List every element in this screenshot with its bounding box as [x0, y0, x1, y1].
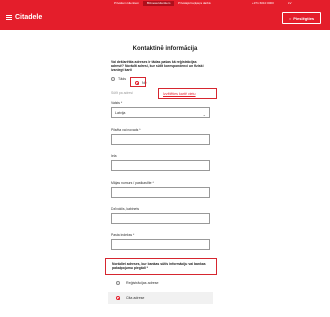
no-option-highlight [130, 77, 146, 87]
option-registration-radio[interactable] [116, 281, 120, 285]
radio-circle[interactable] [111, 77, 115, 81]
option-other-label: Cita adrese [126, 296, 145, 300]
page-title: Kontaktinē informācija [132, 46, 198, 52]
nav-private-clients[interactable]: Privātiem klientiem [114, 1, 139, 6]
phone-number[interactable]: +371 6010 0000 [252, 1, 274, 6]
radio-circle[interactable] [116, 281, 120, 285]
radio-yes[interactable]: Tāds [111, 77, 126, 81]
house-input[interactable] [111, 187, 210, 198]
postal-label: Pasta indekss * [111, 233, 135, 237]
option-registration-label: Reģistrācijas adrese [126, 281, 159, 285]
radio-yes-label: Tāds [118, 77, 126, 81]
chevron-down-icon: ⌄ [202, 112, 206, 117]
address-question: Vai deklarētās adreses ir tādas pašas kā… [111, 60, 204, 73]
nav-private-banking[interactable]: Privātajā baņķieŗa darbā [178, 1, 211, 6]
login-button-label: Pieslēgties [293, 15, 315, 21]
apartment-label: Dzīvoklis, kabinets [111, 207, 140, 211]
street-input[interactable] [111, 160, 210, 171]
option-registration-address[interactable]: Reģistrācijas adrese [108, 277, 213, 289]
brand-name: Citadele [15, 14, 43, 21]
country-value: Latvija [115, 111, 126, 115]
apartment-input[interactable] [111, 213, 210, 224]
site-logo[interactable]: Citadele [6, 13, 42, 22]
map-link-highlight [158, 88, 217, 99]
language-selector[interactable]: LV [288, 1, 291, 6]
option-other-radio[interactable] [116, 296, 120, 300]
radio-circle-selected[interactable] [116, 296, 120, 300]
nav-business-clients[interactable]: Biznesa klientiem [143, 1, 175, 6]
login-button[interactable]: ○ Pieslēgties [282, 12, 321, 24]
house-label: Mājas numurs / pastkastīte * [111, 181, 154, 185]
option-other-address[interactable]: Cita adrese [108, 292, 213, 304]
mailing-label: Sūtīt pa adresi [111, 91, 133, 95]
city-input[interactable] [111, 134, 210, 145]
city-label: Pilsēta vai novads * [111, 128, 141, 132]
postal-input[interactable] [111, 239, 210, 250]
site-header: Citadele ○ Pieslēgties [0, 7, 330, 30]
correspondence-highlight [105, 258, 217, 275]
country-select[interactable]: Latvija ⌄ [111, 107, 210, 118]
country-label: Valsts * [111, 101, 123, 105]
street-label: Iela [111, 154, 117, 158]
menu-icon[interactable] [6, 15, 12, 20]
top-utility-bar: Privātiem klientiem Biznesa klientiem Pr… [0, 0, 330, 7]
lock-icon: ○ [288, 15, 292, 21]
